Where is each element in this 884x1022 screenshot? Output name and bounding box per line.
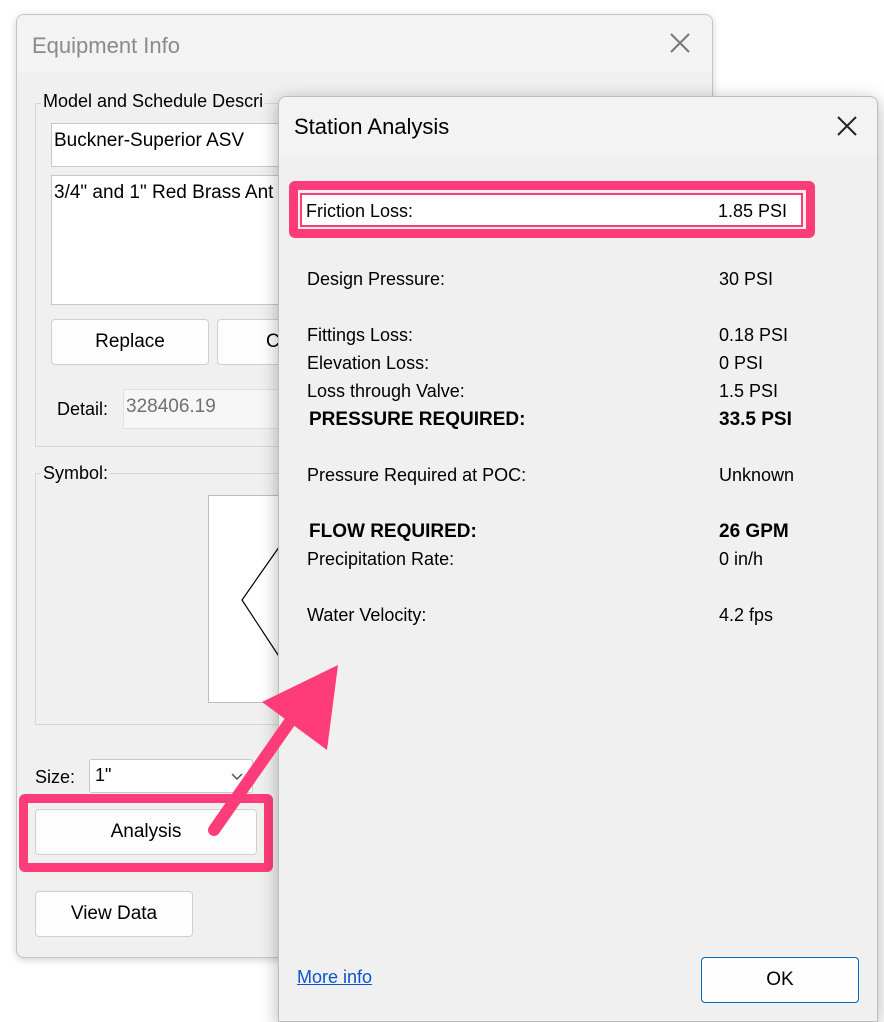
callout-arrow-icon xyxy=(208,665,338,836)
